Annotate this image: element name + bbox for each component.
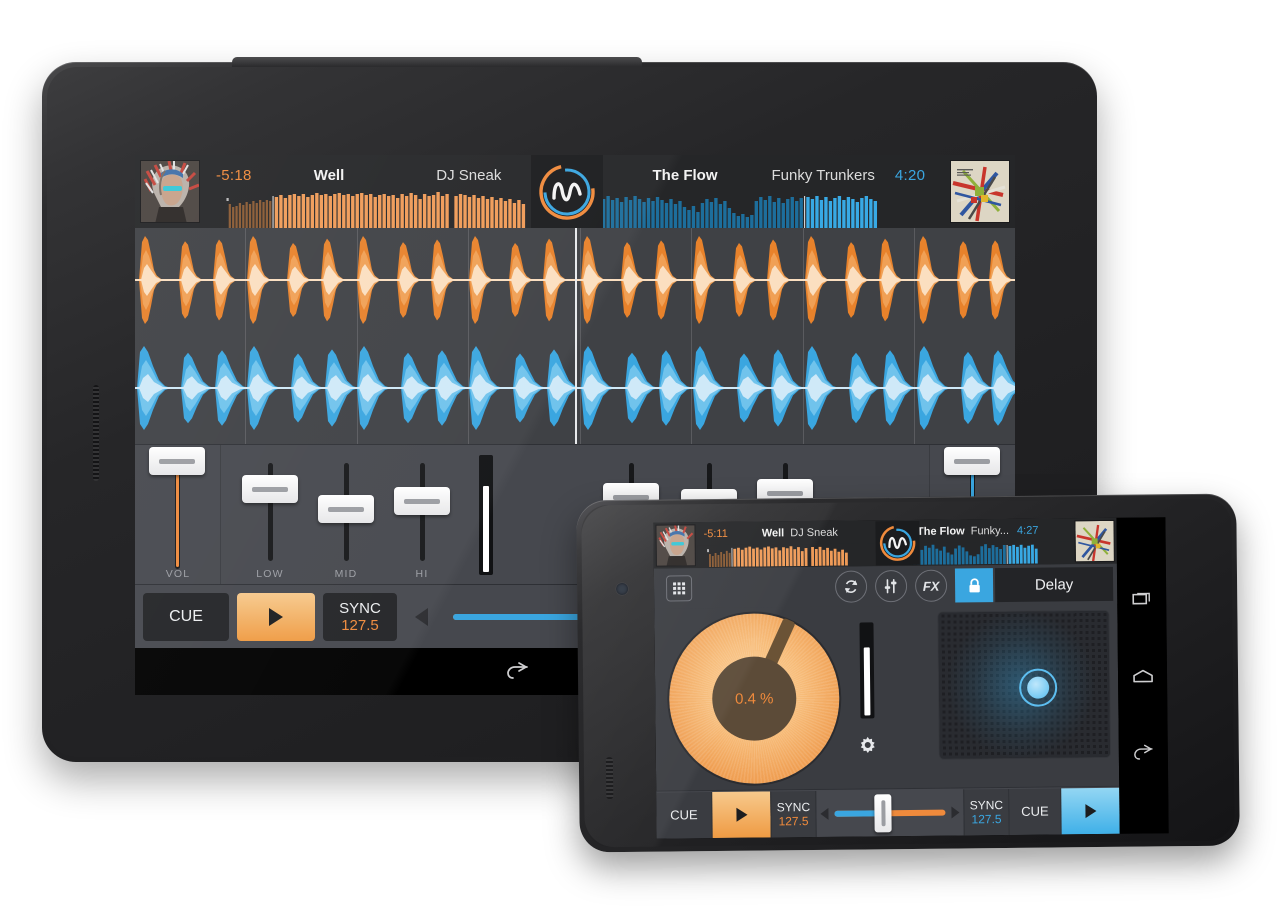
tablet-deck-b-overview[interactable]: The Flow Funky Trunkers 4:20: [574, 155, 946, 228]
phone-crossfader-handle[interactable]: [874, 793, 892, 832]
phone-deck-b-sync-label: SYNC: [969, 797, 1004, 812]
tablet-deck-a-artwork[interactable]: [140, 160, 200, 223]
tablet-deck-a-vu-meter: [479, 455, 493, 575]
tablet-track-strip: -5:18 Well DJ Sneak The Flow Funky Trunk…: [135, 155, 1015, 228]
phone-deck-b-artwork[interactable]: [1074, 519, 1115, 563]
phone-front-camera-icon: [616, 582, 629, 596]
tablet-deck-a-volume-fader[interactable]: [149, 447, 205, 475]
tablet-speaker-grill: [93, 385, 99, 481]
phone-deck-a-play-button[interactable]: [712, 790, 771, 838]
phone-navigation-bar: [1116, 517, 1169, 834]
phone-pitch-display: 0.4 %: [711, 656, 797, 742]
tablet-deck-a-meta: -5:18 Well DJ Sneak: [204, 163, 575, 187]
phone-deck-a-cue-button[interactable]: CUE: [656, 791, 713, 839]
fx-pad-touch-point[interactable]: [1018, 668, 1057, 707]
phone-fx-label: FX: [922, 578, 940, 594]
recents-icon[interactable]: [1131, 589, 1153, 607]
tablet-deck-a-play-button[interactable]: [237, 592, 315, 641]
triangle-right-icon: [951, 805, 960, 819]
tablet-playhead: [575, 228, 577, 444]
phone-screen: -5:11 Well DJ Sneak The Flow Funky... 4:…: [653, 517, 1169, 839]
phone-deck-b-play-button[interactable]: [1061, 787, 1120, 834]
home-icon[interactable]: [1130, 667, 1154, 684]
back-arrow-icon[interactable]: [1131, 744, 1155, 762]
tablet-deck-a-bpm: 127.5: [341, 616, 379, 634]
tablet-vu-meters-left: [461, 445, 521, 584]
phone-fx-pad[interactable]: [937, 609, 1111, 760]
tablet-app-logo[interactable]: [531, 155, 603, 228]
tablet-deck-a-eq-hi-fader[interactable]: [394, 487, 450, 515]
phone-main-area: 0.4 %: [654, 604, 1119, 789]
phone-speaker-grill: [605, 757, 614, 800]
tablet-deck-b-volume-fader[interactable]: [944, 447, 1000, 475]
phone-deck-b-sync-button[interactable]: SYNC 127.5: [963, 788, 1010, 835]
phone-deck-a-bpm: 127.5: [778, 813, 809, 828]
tablet-deck-a-cue-label: CUE: [169, 607, 203, 625]
equalizer-icon[interactable]: [874, 570, 908, 603]
tablet-waveform-view[interactable]: [135, 228, 1015, 444]
waveform-logo-icon: [879, 525, 916, 561]
loop-icon[interactable]: [834, 570, 868, 603]
phone-crossfader[interactable]: [818, 790, 961, 835]
phone-deck-b-cue-label: CUE: [1021, 803, 1049, 819]
grid-icon[interactable]: [665, 575, 693, 602]
scene: -5:18 Well DJ Sneak The Flow Funky Trunk…: [0, 0, 1280, 923]
waveform-logo-icon: [539, 163, 595, 220]
phone-toolbar: FX Delay: [653, 563, 1118, 609]
tablet-deck-b-artist: Funky Trunkers: [771, 166, 875, 184]
play-icon: [269, 607, 283, 626]
phone-deck-b-bpm: 127.5: [971, 811, 1002, 826]
phone-device: -5:11 Well DJ Sneak The Flow Funky... 4:…: [576, 493, 1240, 853]
phone-deck-a-time: -5:11: [703, 527, 728, 541]
phone-deck-a-overview[interactable]: -5:11 Well DJ Sneak: [697, 520, 886, 568]
play-icon: [1084, 803, 1097, 818]
phone-bezel: -5:11 Well DJ Sneak The Flow Funky... 4:…: [581, 498, 1235, 848]
tablet-deck-a-overview[interactable]: -5:18 Well DJ Sneak: [204, 155, 575, 228]
phone-deck-a-title: Well: [761, 527, 785, 540]
phone-deck-a-sync-label: SYNC: [776, 799, 811, 814]
tablet-deck-b-overview-waveform: [574, 190, 945, 228]
triangle-left-icon: [820, 807, 829, 820]
phone-deck-a-sync-button[interactable]: SYNC 127.5: [770, 790, 817, 837]
tablet-deck-b-meta: The Flow Funky Trunkers 4:20: [575, 163, 946, 187]
phone-deck-a-artwork[interactable]: [655, 524, 696, 567]
back-arrow-icon[interactable]: [505, 661, 531, 682]
tablet-deck-a-artist: DJ Sneak: [436, 166, 502, 184]
gear-icon[interactable]: [857, 734, 879, 756]
play-icon: [735, 807, 748, 822]
tablet-deck-a-eq-low-fader[interactable]: [242, 475, 298, 503]
phone-deck-a-meta: -5:11 Well DJ Sneak: [697, 524, 885, 542]
tablet-deck-a-eq-cell: LOW MID HI: [221, 445, 461, 584]
phone-transport-bar: CUE SYNC 127.5 SYNC 127.5 CUE: [656, 785, 1120, 839]
phone-pitch-value: 0.4 %: [734, 689, 774, 708]
tablet-deck-a-cue-button[interactable]: CUE: [143, 592, 229, 641]
tablet-deck-a-sync-label: SYNC: [339, 599, 381, 617]
phone-deck-b-artist: Funky...: [970, 524, 1010, 538]
tablet-deck-a-time: -5:18: [216, 166, 252, 184]
phone-track-strip: -5:11 Well DJ Sneak The Flow Funky... 4:…: [653, 517, 1117, 569]
tablet-deck-a-eq-mid-fader[interactable]: [318, 495, 374, 523]
phone-deck-a-artist: DJ Sneak: [790, 526, 838, 540]
phone-app-logo[interactable]: [875, 520, 920, 566]
phone-vu-meter: [859, 622, 875, 719]
tablet-deck-a-volume-cell: VOL: [135, 445, 221, 584]
tablet-deck-a-title: Well: [313, 166, 345, 184]
phone-deck-a-cue-label: CUE: [670, 807, 698, 823]
phone-fx-button[interactable]: FX: [914, 569, 948, 602]
tablet-deck-a-overview-waveform: [204, 190, 575, 228]
phone-deck-a-overview-waveform: [697, 543, 886, 568]
phone-effect-name[interactable]: Delay: [994, 566, 1114, 603]
phone-deck-b-cue-button[interactable]: CUE: [1009, 787, 1062, 835]
lock-icon[interactable]: [954, 568, 994, 603]
phone-effect-name-label: Delay: [1034, 575, 1074, 594]
tablet-deck-a-sync-button[interactable]: SYNC 127.5: [323, 592, 397, 641]
tablet-deck-b-time: 4:20: [894, 166, 926, 184]
phone-deck-b-title: The Flow: [916, 525, 965, 538]
phone-app-ui: -5:11 Well DJ Sneak The Flow Funky... 4:…: [653, 517, 1120, 839]
tablet-deck-b-artwork[interactable]: [950, 160, 1010, 223]
tablet-deck-b-title: The Flow: [652, 166, 718, 184]
phone-jog-wheel[interactable]: 0.4 %: [668, 612, 841, 785]
triangle-left-icon: [415, 607, 428, 626]
phone-deck-b-time: 4:27: [1016, 524, 1039, 537]
